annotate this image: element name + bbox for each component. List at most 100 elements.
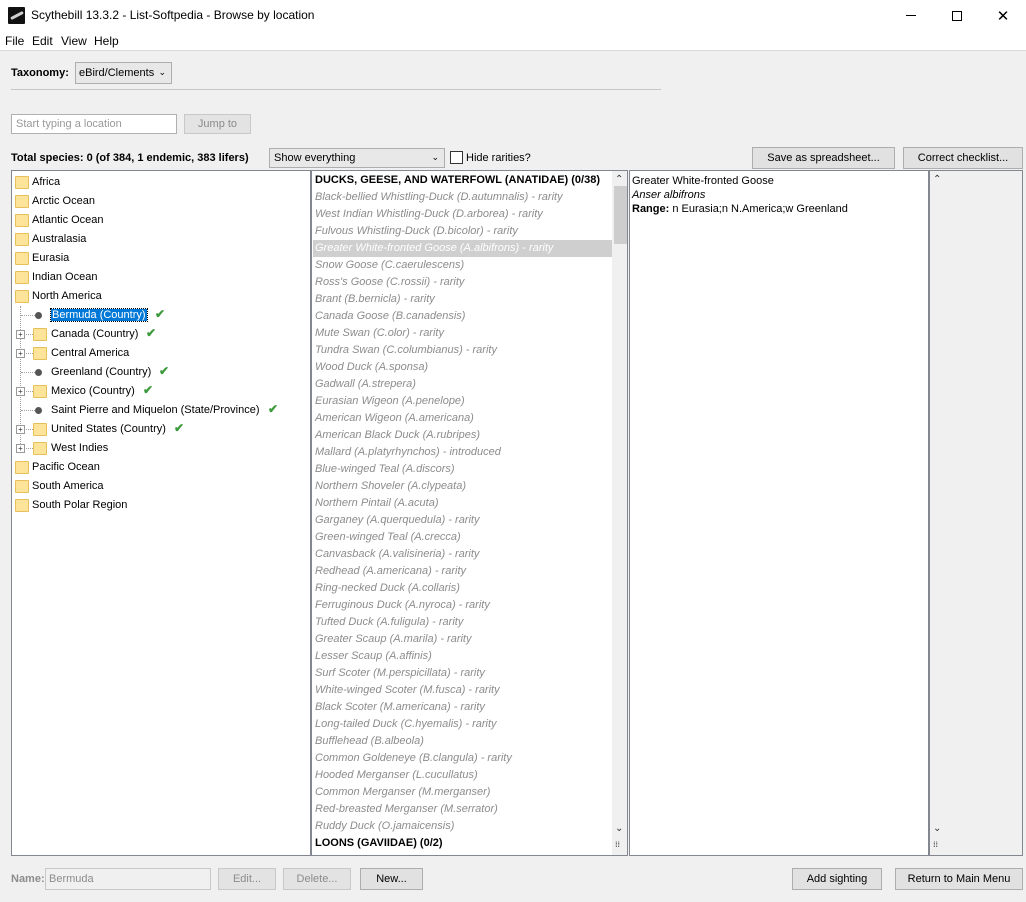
species-row[interactable]: American Wigeon (A.americana) bbox=[313, 410, 613, 427]
hide-rarities-checkbox[interactable] bbox=[450, 151, 463, 164]
species-row[interactable]: Ruddy Duck (O.jamaicensis) bbox=[313, 818, 613, 835]
tree-item[interactable]: Indian Ocean bbox=[12, 268, 308, 287]
species-row[interactable]: Hooded Merganser (L.cucullatus) bbox=[313, 767, 613, 784]
show-filter-select[interactable]: Show everything ⌄ bbox=[269, 148, 445, 168]
delete-button[interactable]: Delete... bbox=[283, 868, 351, 890]
total-species-label: Total species: 0 (of 384, 1 endemic, 383… bbox=[11, 152, 249, 164]
species-row[interactable]: Gadwall (A.strepera) bbox=[313, 376, 613, 393]
tree-item[interactable]: Greenland (Country) ✔ bbox=[12, 363, 308, 382]
species-row[interactable]: Mallard (A.platyrhynchos) - introduced bbox=[313, 444, 613, 461]
species-row[interactable]: Snow Goose (C.caerulescens) bbox=[313, 257, 613, 274]
species-row[interactable]: Common Merganser (M.merganser) bbox=[313, 784, 613, 801]
tree-item[interactable]: Arctic Ocean bbox=[12, 192, 308, 211]
species-scrollbar-thumb[interactable] bbox=[614, 186, 627, 244]
tree-item[interactable]: + West Indies bbox=[12, 439, 308, 458]
species-row[interactable]: Canvasback (A.valisineria) - rarity bbox=[313, 546, 613, 563]
tree-item[interactable]: North America bbox=[12, 287, 308, 306]
minimize-button[interactable] bbox=[888, 0, 934, 31]
menu-edit[interactable]: Edit bbox=[32, 34, 53, 48]
tree-item[interactable]: + Canada (Country) ✔ bbox=[12, 325, 308, 344]
chevron-down-icon: ⌄ bbox=[158, 67, 166, 77]
close-button[interactable]: ✕ bbox=[980, 0, 1026, 31]
tree-item-label: South America bbox=[32, 480, 104, 492]
species-row[interactable]: Blue-winged Teal (A.discors) bbox=[313, 461, 613, 478]
menu-file[interactable]: File bbox=[5, 34, 24, 48]
tree-item[interactable]: Australasia bbox=[12, 230, 308, 249]
species-row[interactable]: Ferruginous Duck (A.nyroca) - rarity bbox=[313, 597, 613, 614]
species-list: DUCKS, GEESE, AND WATERFOWL (ANATIDAE) (… bbox=[311, 170, 628, 856]
new-button[interactable]: New... bbox=[360, 868, 423, 890]
species-row[interactable]: Ross's Goose (C.rossii) - rarity bbox=[313, 274, 613, 291]
return-to-main-menu-button[interactable]: Return to Main Menu bbox=[895, 868, 1023, 890]
species-row[interactable]: Tundra Swan (C.columbianus) - rarity bbox=[313, 342, 613, 359]
species-row[interactable]: Tufted Duck (A.fuligula) - rarity bbox=[313, 614, 613, 631]
checkmark-icon: ✔ bbox=[268, 402, 279, 416]
species-row[interactable]: Bufflehead (B.albeola) bbox=[313, 733, 613, 750]
species-row[interactable]: West Indian Whistling-Duck (D.arborea) -… bbox=[313, 206, 613, 223]
tree-item[interactable]: South America bbox=[12, 477, 308, 496]
edit-button[interactable]: Edit... bbox=[218, 868, 276, 890]
tree-item[interactable]: Atlantic Ocean bbox=[12, 211, 308, 230]
add-sighting-button[interactable]: Add sighting bbox=[792, 868, 882, 890]
tree-item[interactable]: Bermuda (Country) ✔ bbox=[12, 306, 308, 325]
species-row[interactable]: Garganey (A.querquedula) - rarity bbox=[313, 512, 613, 529]
folder-icon bbox=[15, 461, 29, 474]
scroll-up-icon[interactable]: ⌃ bbox=[933, 174, 941, 185]
species-row[interactable]: Black-bellied Whistling-Duck (D.autumnal… bbox=[313, 189, 613, 206]
species-row[interactable]: Long-tailed Duck (C.hyemalis) - rarity bbox=[313, 716, 613, 733]
expand-icon[interactable]: + bbox=[16, 444, 25, 453]
family-header[interactable]: LOONS (GAVIIDAE) (0/2) bbox=[313, 835, 613, 852]
folder-icon bbox=[15, 290, 29, 303]
species-row[interactable]: Greater White-fronted Goose (A.albifrons… bbox=[313, 240, 613, 257]
species-detail-panel bbox=[629, 170, 929, 856]
expand-icon[interactable]: + bbox=[16, 425, 25, 434]
expand-icon[interactable]: + bbox=[16, 387, 25, 396]
species-row[interactable]: American Black Duck (A.rubripes) bbox=[313, 427, 613, 444]
species-row[interactable]: Greater Scaup (A.marila) - rarity bbox=[313, 631, 613, 648]
tree-item[interactable]: Africa bbox=[12, 173, 308, 192]
correct-checklist-button[interactable]: Correct checklist... bbox=[903, 147, 1023, 169]
tree-item[interactable]: Eurasia bbox=[12, 249, 308, 268]
tree-item[interactable]: + United States (Country) ✔ bbox=[12, 420, 308, 439]
species-row[interactable]: Black Scoter (M.americana) - rarity bbox=[313, 699, 613, 716]
family-header[interactable]: DUCKS, GEESE, AND WATERFOWL (ANATIDAE) (… bbox=[313, 172, 613, 189]
scroll-down-icon[interactable]: ⌄ bbox=[615, 823, 623, 834]
species-row[interactable]: White-winged Scoter (M.fusca) - rarity bbox=[313, 682, 613, 699]
detail-scientific-name: Anser albifrons bbox=[632, 189, 706, 201]
scroll-down-icon[interactable]: ⌄ bbox=[933, 823, 941, 834]
name-field[interactable]: Bermuda bbox=[45, 868, 211, 890]
tree-item[interactable]: Saint Pierre and Miquelon (State/Provinc… bbox=[12, 401, 308, 420]
maximize-button[interactable] bbox=[934, 0, 980, 31]
scroll-up-icon[interactable]: ⌃ bbox=[615, 174, 623, 185]
species-row[interactable]: Surf Scoter (M.perspicillata) - rarity bbox=[313, 665, 613, 682]
location-search-input[interactable]: Start typing a location bbox=[11, 114, 177, 134]
jump-to-button[interactable]: Jump to bbox=[184, 114, 251, 134]
species-row[interactable]: Canada Goose (B.canadensis) bbox=[313, 308, 613, 325]
species-row[interactable]: Northern Shoveler (A.clypeata) bbox=[313, 478, 613, 495]
species-row[interactable]: Fulvous Whistling-Duck (D.bicolor) - rar… bbox=[313, 223, 613, 240]
species-row[interactable]: Brant (B.bernicla) - rarity bbox=[313, 291, 613, 308]
tree-item[interactable]: Pacific Ocean bbox=[12, 458, 308, 477]
save-as-spreadsheet-button[interactable]: Save as spreadsheet... bbox=[752, 147, 895, 169]
species-row[interactable]: Green-winged Teal (A.crecca) bbox=[313, 529, 613, 546]
expand-icon[interactable]: + bbox=[16, 349, 25, 358]
species-scrollbar[interactable] bbox=[612, 171, 627, 855]
species-row[interactable]: Redhead (A.americana) - rarity bbox=[313, 563, 613, 580]
resize-grip-icon: ⁞⁞ bbox=[615, 840, 621, 849]
species-row[interactable]: Common Goldeneye (B.clangula) - rarity bbox=[313, 750, 613, 767]
species-row[interactable]: Northern Pintail (A.acuta) bbox=[313, 495, 613, 512]
tree-item[interactable]: + Mexico (Country) ✔ bbox=[12, 382, 308, 401]
species-row[interactable]: Mute Swan (C.olor) - rarity bbox=[313, 325, 613, 342]
species-row[interactable]: Lesser Scaup (A.affinis) bbox=[313, 648, 613, 665]
species-row[interactable]: Ring-necked Duck (A.collaris) bbox=[313, 580, 613, 597]
species-row[interactable]: Eurasian Wigeon (A.penelope) bbox=[313, 393, 613, 410]
species-row[interactable]: Red-breasted Merganser (M.serrator) bbox=[313, 801, 613, 818]
tree-item[interactable]: + Central America bbox=[12, 344, 308, 363]
menu-help[interactable]: Help bbox=[94, 34, 119, 48]
tree-item[interactable]: South Polar Region bbox=[12, 496, 308, 515]
taxonomy-select[interactable]: eBird/Clements ⌄ bbox=[75, 62, 172, 84]
expand-icon[interactable]: + bbox=[16, 330, 25, 339]
menu-view[interactable]: View bbox=[61, 34, 87, 48]
species-row[interactable]: Wood Duck (A.sponsa) bbox=[313, 359, 613, 376]
tree-item-label: Saint Pierre and Miquelon (State/Provinc… bbox=[51, 404, 260, 416]
